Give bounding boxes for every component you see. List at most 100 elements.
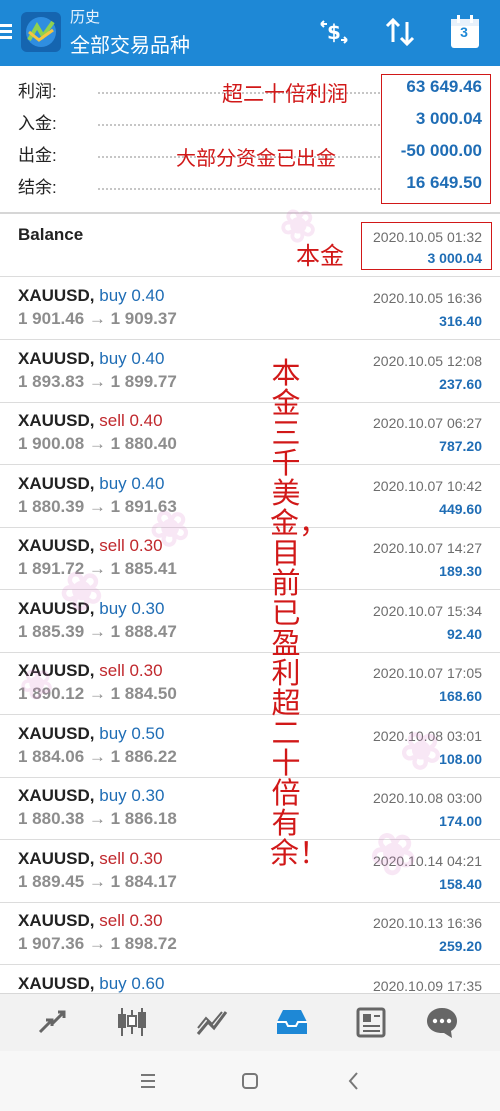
calendar-icon[interactable]: 3 [450,14,480,50]
annotation-box-summary [381,74,491,204]
deal-symbol-text: XAUUSD, [18,473,95,493]
summary-label: 利润: [18,82,57,101]
deal-prices: 1 891.72 → 1 885.41 [18,559,177,578]
deal-side: buy 0.30 [99,786,165,805]
deal-symbol-text: XAUUSD, [18,848,95,868]
deal-symbol-text: XAUUSD, [18,911,95,930]
deal-profit: 158.40 [439,875,482,892]
deal-date: 2020.10.07 15:34 [373,602,482,619]
deal-date: 2020.10.13 16:36 [373,915,482,931]
deal-prices: 1 880.39 → 1 891.63 [18,496,177,516]
deal-prices: 1 880.38 → 1 886.18 [18,809,177,828]
deal-symbol: XAUUSD, buy 0.40 [18,286,164,306]
deal-row[interactable]: XAUUSD, sell 0.40 1 900.08 → 1 880.40 2020… [0,402,500,465]
deal-row[interactable]: XAUUSD, buy 0.50 1 884.06 → 1 886.22 2020.… [0,715,500,778]
deal-symbol-text: XAUUSD, [18,286,95,305]
deal-prices: 1 884.06 → 1 886.22 [18,746,177,766]
deal-profit: 108.00 [439,750,482,767]
deal-prices: 1 907.36 → 1 898.72 [18,934,177,953]
chart-icon[interactable] [114,1004,150,1040]
deal-prices: 1 885.39 → 1 888.47 [18,621,177,641]
chat-icon[interactable] [424,1004,460,1040]
system-nav [0,1051,500,1111]
home-icon[interactable] [238,1069,262,1093]
deal-side: sell 0.30 [99,848,163,868]
header-bar: 历史 全部交易品种 $ 3 [0,0,500,66]
deal-row[interactable]: XAUUSD, sell 0.30 1 889.45 → 1 884.17 2020… [0,840,500,903]
deal-date: 2020.10.07 06:27 [373,415,482,431]
deal-symbol: XAUUSD, buy 0.40 [18,349,164,369]
deal-symbol: XAUUSD, sell 0.30 [18,849,163,869]
deal-date: 2020.10.08 03:00 [373,790,482,806]
trade-icon[interactable] [194,1004,230,1040]
balance-title: Balance [18,225,84,244]
deal-row[interactable]: XAUUSD, buy 0.40 1 901.46 → 1 909.37 2020.… [0,277,500,340]
calendar-day: 3 [460,24,468,40]
deal-prices: 1 893.83 → 1 899.77 [18,371,177,391]
deal-symbol-text: XAUUSD, [18,661,95,680]
recent-apps-icon[interactable] [136,1069,160,1093]
annotation-profit-note: 超二十倍利润 [222,82,348,106]
deal-row[interactable]: XAUUSD, sell 0.30 1 891.72 → 1 885.41 2020… [0,527,500,590]
sort-icon[interactable] [382,14,418,50]
annotation-box-balance [361,222,492,270]
deal-side: buy 0.30 [99,598,165,618]
news-icon[interactable] [354,1004,390,1040]
history-icon[interactable] [274,1004,310,1040]
deal-profit: 168.60 [439,688,482,704]
deal-symbol-text: XAUUSD, [18,536,95,555]
deal-prices: 1 901.46 → 1 909.37 [18,309,177,328]
deal-side: buy 0.40 [99,473,165,493]
deal-symbol: XAUUSD, buy 0.50 [18,724,164,744]
svg-text:$: $ [327,20,341,44]
deal-symbol: XAUUSD, buy 0.30 [18,786,164,806]
deal-symbol: XAUUSD, sell 0.40 [18,411,163,431]
deal-side: sell 0.30 [99,536,163,555]
deal-side: sell 0.30 [99,661,163,680]
deal-date: 2020.10.07 14:27 [373,540,482,556]
deal-symbol: XAUUSD, buy 0.30 [18,599,164,619]
deal-prices: 1 890.12 → 1 884.50 [18,684,177,703]
deal-row[interactable]: XAUUSD, buy 0.30 1 880.38 → 1 886.18 2020.… [0,777,500,840]
deal-date: 2020.10.14 04:21 [373,852,482,869]
deal-row[interactable]: XAUUSD, sell 0.30 1 890.12 → 1 884.50 2020… [0,652,500,715]
deal-row[interactable]: XAUUSD, buy 0.30 1 885.39 → 1 888.47 2020.… [0,590,500,653]
app-logo-icon[interactable] [19,10,63,54]
deal-profit: 787.20 [439,438,482,454]
deal-row[interactable]: XAUUSD, sell 0.30 1 907.36 → 1 898.72 2020… [0,902,500,965]
deal-date: 2020.10.05 16:36 [373,290,482,306]
summary-label: 入金: [18,114,57,133]
deal-date: 2020.10.07 17:05 [373,665,482,681]
deal-side: buy 0.40 [99,286,165,305]
deal-symbol: XAUUSD, buy 0.60 [18,974,164,994]
deal-date: 2020.10.08 03:01 [373,727,482,744]
deal-row[interactable]: XAUUSD, buy 0.40 1 893.83 → 1 899.77 2020.… [0,340,500,403]
deal-symbol: XAUUSD, sell 0.30 [18,536,163,556]
summary-label: 出金: [18,146,57,165]
deal-side: buy 0.60 [99,973,165,993]
deal-symbol-text: XAUUSD, [18,973,95,993]
header-title[interactable]: 全部交易品种 [70,29,190,58]
summary-dots [98,188,380,190]
back-icon[interactable] [342,1069,366,1093]
deal-profit: 92.40 [446,625,482,642]
header-subtitle: 历史 [70,9,101,26]
deal-symbol: XAUUSD, sell 0.30 [18,661,163,681]
deal-profit: 174.00 [439,813,482,829]
quotes-icon[interactable] [34,1004,70,1040]
deal-profit: 449.60 [439,500,482,517]
menu-icon[interactable] [0,18,14,46]
annotation-withdraw-note: 大部分资金已出金 [176,146,336,170]
deal-prices: 1 889.45 → 1 884.17 [18,871,177,891]
deal-side: buy 0.50 [99,723,165,743]
deal-side: sell 0.30 [99,911,163,930]
summary-label: 结余: [18,178,57,197]
deal-symbol-text: XAUUSD, [18,348,95,368]
deal-profit: 189.30 [439,563,482,579]
deal-symbol: XAUUSD, sell 0.30 [18,911,163,931]
summary-dots [98,124,380,126]
annotation-principal-note: 本金 [296,242,344,270]
deal-symbol-text: XAUUSD, [18,723,95,743]
currency-icon[interactable]: $ [316,14,352,50]
deal-row[interactable]: XAUUSD, buy 0.40 1 880.39 → 1 891.63 2020.… [0,465,500,528]
